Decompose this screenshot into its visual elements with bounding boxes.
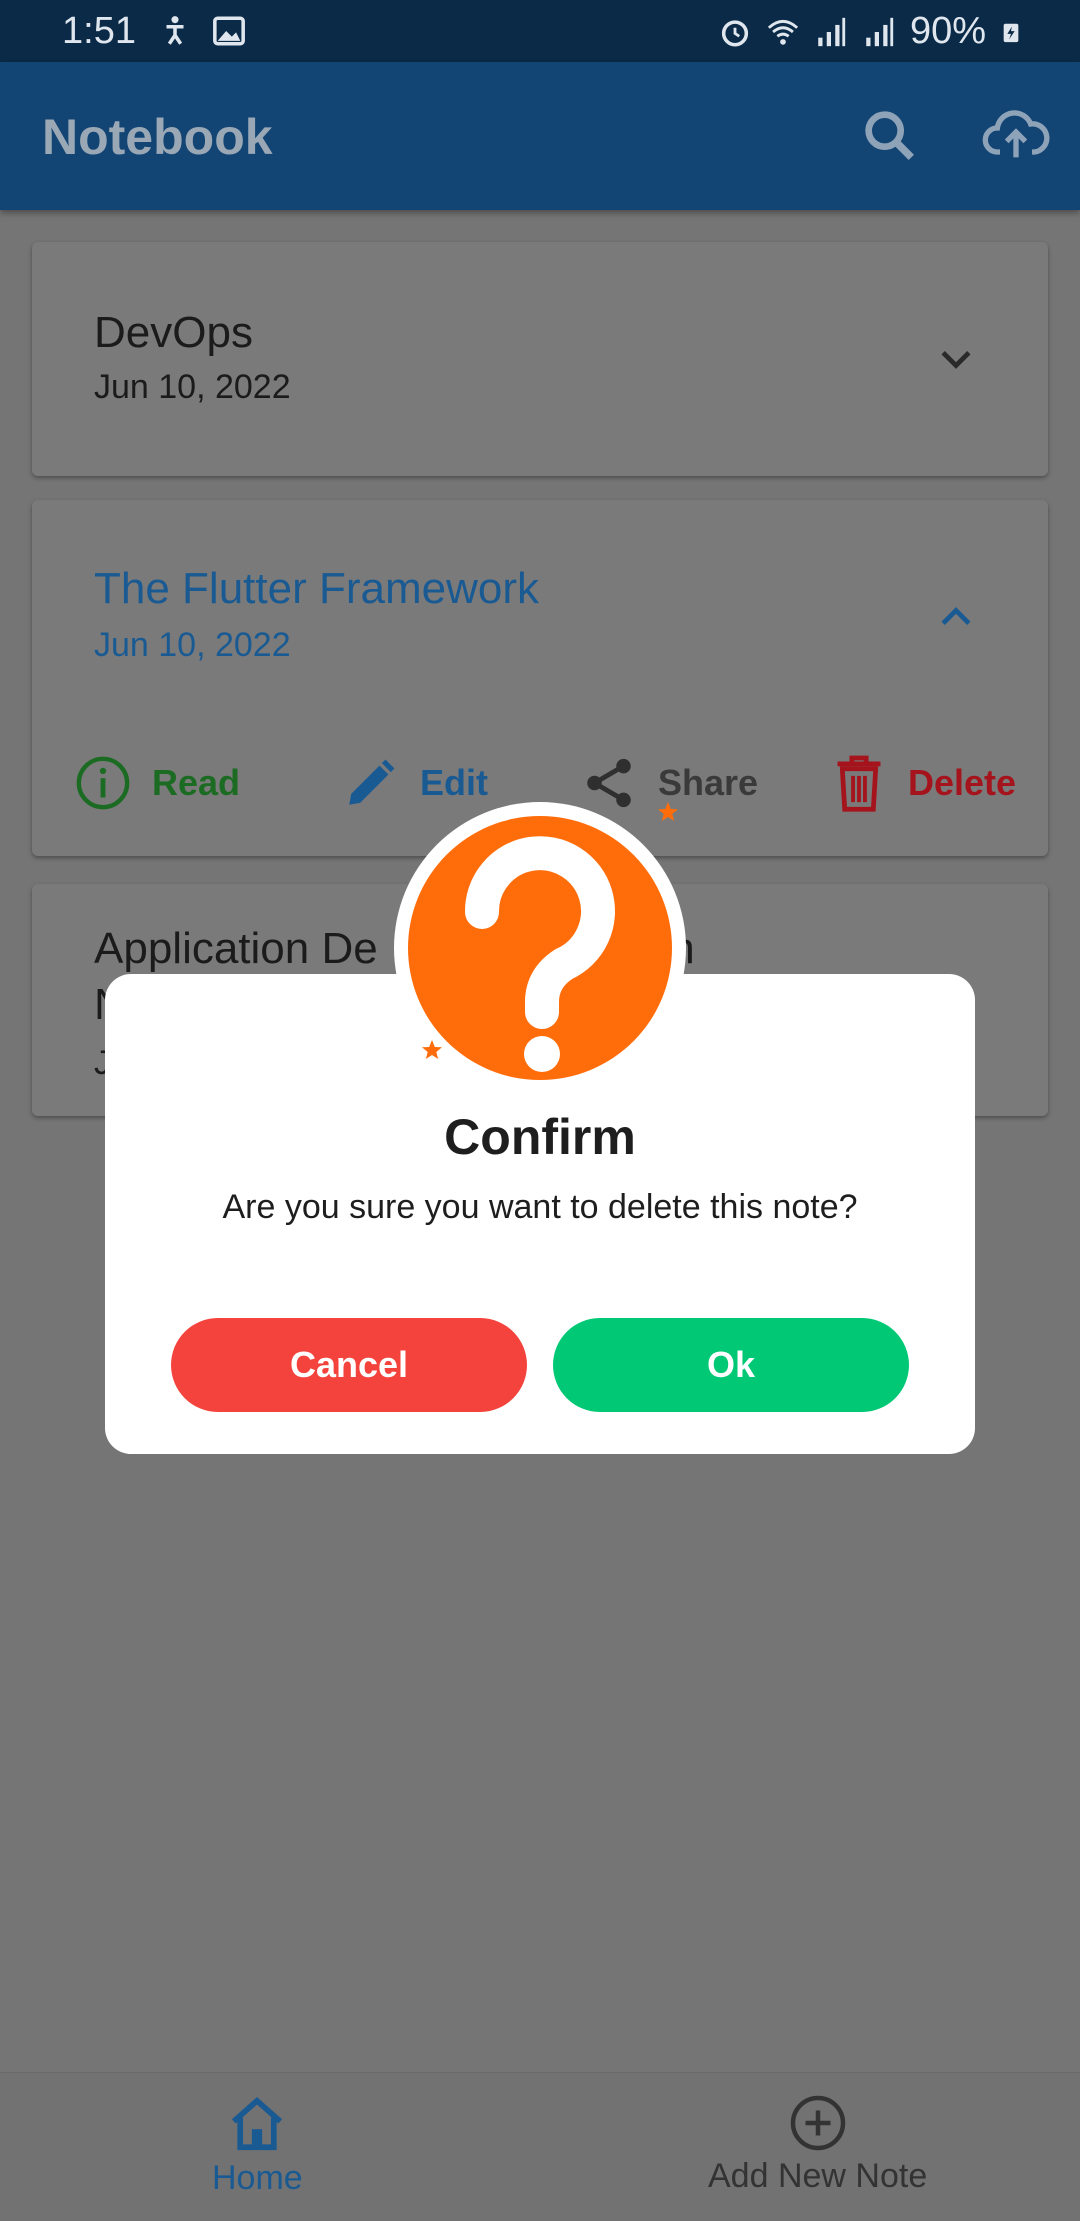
edit-button[interactable]: Edit: [342, 748, 488, 818]
add-circle-icon: [790, 2095, 845, 2151]
alarm-icon: [721, 19, 749, 47]
question-icon: [408, 816, 672, 1080]
wifi-icon: [767, 19, 799, 45]
chevron-down-icon[interactable]: [934, 338, 978, 382]
note-title: The Flutter Framework: [94, 564, 539, 613]
bottom-nav: Home Add New Note: [0, 2072, 1080, 2221]
note-date: Jun 10, 2022: [94, 368, 291, 406]
share-icon: [587, 758, 631, 808]
star-icon: [422, 1040, 442, 1059]
image-icon: [213, 16, 245, 46]
nav-home-label: Home: [212, 2159, 303, 2197]
delete-button[interactable]: Delete: [830, 748, 1016, 818]
star-icon: [658, 802, 678, 821]
ok-button[interactable]: Ok: [553, 1318, 909, 1412]
note-title: DevOps: [94, 308, 253, 357]
signal-icon: [818, 17, 846, 46]
app-title: Notebook: [42, 109, 273, 165]
nav-add-new-note-label: Add New Note: [708, 2157, 928, 2195]
status-bar: 1:51 90%: [0, 0, 1080, 62]
accessibility-icon: [166, 16, 184, 45]
edit-label: Edit: [420, 762, 488, 803]
note-card[interactable]: DevOps Jun 10, 2022: [32, 242, 1048, 476]
read-label: Read: [152, 762, 241, 803]
nav-add-new-note[interactable]: Add New Note: [708, 2093, 927, 2196]
dialog-title: Confirm: [444, 1109, 636, 1165]
note-date: Jun 10, 2022: [94, 626, 291, 664]
battery-charging-icon: [1003, 23, 1019, 42]
cancel-button[interactable]: Cancel: [171, 1318, 527, 1412]
status-time: 1:51: [62, 10, 136, 52]
trash-icon: [837, 755, 881, 812]
home-icon: [232, 2096, 283, 2151]
delete-label: Delete: [908, 762, 1017, 803]
search-icon[interactable]: [858, 104, 922, 168]
battery-percent: 90%: [909, 10, 986, 52]
share-label: Share: [658, 762, 759, 803]
question-mark-glyph: [464, 836, 615, 1072]
nav-home[interactable]: Home: [212, 2093, 303, 2198]
signal-icon: [866, 17, 894, 46]
chevron-up-icon[interactable]: [934, 594, 978, 638]
dialog-message: Are you sure you want to delete this not…: [222, 1188, 858, 1226]
app-bar: Notebook: [0, 62, 1080, 210]
note-title: Application De: [94, 924, 378, 973]
info-icon: [76, 756, 130, 810]
read-button[interactable]: Read: [74, 748, 240, 818]
cloud-upload-icon[interactable]: [980, 104, 1052, 168]
pencil-icon: [349, 759, 395, 805]
